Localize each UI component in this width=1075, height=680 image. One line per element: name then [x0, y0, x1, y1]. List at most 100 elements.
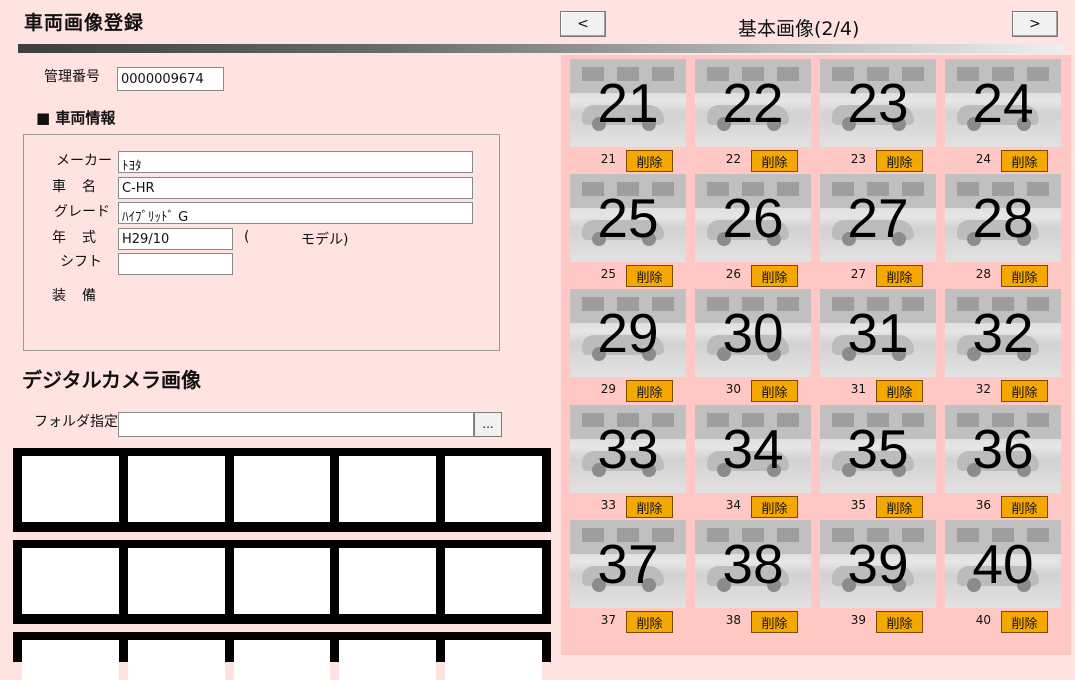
image-index: 23 [850, 152, 866, 166]
camera-image-slot[interactable] [22, 548, 119, 614]
camera-image-slot[interactable] [127, 548, 225, 614]
base-image-thumbnail[interactable]: 24 [945, 59, 1061, 147]
image-index: 29 [600, 382, 616, 396]
image-caption: 30 削除 [695, 377, 811, 403]
image-caption: 22 削除 [695, 147, 811, 173]
camera-image-slot[interactable] [233, 456, 331, 522]
base-image-thumbnail[interactable]: 40 [945, 520, 1061, 608]
vehicle-info-heading: ■ 車両情報 [36, 109, 116, 127]
delete-image-button[interactable]: 削除 [626, 380, 673, 402]
image-caption: 32 削除 [945, 377, 1061, 403]
delete-image-button[interactable]: 削除 [751, 496, 798, 518]
base-image-cell: 26 26 削除 [695, 174, 811, 288]
image-index: 37 [600, 613, 616, 627]
camera-image-slot[interactable] [339, 548, 437, 614]
delete-image-button[interactable]: 削除 [1001, 496, 1048, 518]
base-image-thumbnail[interactable]: 29 [570, 289, 686, 377]
camera-image-slot[interactable] [22, 640, 119, 680]
base-image-cell: 23 23 削除 [820, 59, 936, 173]
camera-image-slot[interactable] [22, 456, 119, 522]
camera-film-strip [13, 540, 551, 624]
thumbnail-number: 40 [972, 533, 1034, 595]
maker-field[interactable]: ﾄﾖﾀ [118, 151, 473, 173]
folder-path-field[interactable] [118, 412, 474, 437]
image-index: 35 [850, 498, 866, 512]
prev-page-button[interactable]: < [560, 11, 606, 37]
delete-image-button[interactable]: 削除 [1001, 265, 1048, 287]
delete-image-button[interactable]: 削除 [751, 150, 798, 172]
model-paren-open: ( [244, 229, 250, 245]
base-image-thumbnail[interactable]: 27 [820, 174, 936, 262]
camera-image-slot[interactable] [127, 640, 225, 680]
image-index: 40 [975, 613, 991, 627]
delete-image-button[interactable]: 削除 [876, 611, 923, 633]
base-image-thumbnail[interactable]: 32 [945, 289, 1061, 377]
base-image-thumbnail[interactable]: 31 [820, 289, 936, 377]
base-image-thumbnail[interactable]: 30 [695, 289, 811, 377]
browse-folder-button[interactable]: ... [474, 412, 502, 437]
base-image-thumbnail[interactable]: 35 [820, 405, 936, 493]
maker-label: メーカー [56, 153, 112, 169]
next-page-button[interactable]: > [1012, 11, 1058, 37]
base-image-thumbnail[interactable]: 38 [695, 520, 811, 608]
delete-image-button[interactable]: 削除 [876, 150, 923, 172]
camera-image-slot[interactable] [445, 456, 542, 522]
camera-image-slot[interactable] [127, 456, 225, 522]
image-caption: 35 削除 [820, 493, 936, 519]
grade-field[interactable]: ﾊｲﾌﾞﾘｯﾄﾞ G [118, 202, 473, 224]
camera-image-slot[interactable] [445, 548, 542, 614]
delete-image-button[interactable]: 削除 [876, 380, 923, 402]
base-image-thumbnail[interactable]: 26 [695, 174, 811, 262]
camera-image-slot[interactable] [339, 640, 437, 680]
image-index: 34 [725, 498, 741, 512]
base-image-thumbnail[interactable]: 37 [570, 520, 686, 608]
delete-image-button[interactable]: 削除 [1001, 380, 1048, 402]
base-image-thumbnail[interactable]: 39 [820, 520, 936, 608]
image-caption: 31 削除 [820, 377, 936, 403]
base-image-thumbnail[interactable]: 21 [570, 59, 686, 147]
delete-image-button[interactable]: 削除 [751, 380, 798, 402]
base-image-cell: 21 21 削除 [570, 59, 686, 173]
camera-image-slot[interactable] [233, 548, 331, 614]
base-image-cell: 35 35 削除 [820, 405, 936, 519]
shift-field[interactable] [118, 253, 233, 275]
base-image-thumbnail[interactable]: 33 [570, 405, 686, 493]
image-index: 39 [850, 613, 866, 627]
base-image-thumbnail[interactable]: 25 [570, 174, 686, 262]
base-image-thumbnail[interactable]: 22 [695, 59, 811, 147]
base-image-cell: 22 22 削除 [695, 59, 811, 173]
title-divider [18, 44, 1063, 53]
delete-image-button[interactable]: 削除 [626, 150, 673, 172]
delete-image-button[interactable]: 削除 [1001, 611, 1048, 633]
base-image-thumbnail[interactable]: 23 [820, 59, 936, 147]
camera-image-slot[interactable] [339, 456, 437, 522]
delete-image-button[interactable]: 削除 [626, 611, 673, 633]
base-image-cell: 30 30 削除 [695, 289, 811, 403]
base-image-thumbnail[interactable]: 36 [945, 405, 1061, 493]
base-image-cell: 36 36 削除 [945, 405, 1061, 519]
management-no-label: 管理番号 [44, 69, 100, 85]
image-index: 27 [850, 267, 866, 281]
camera-image-slot[interactable] [445, 640, 542, 680]
base-image-thumbnail[interactable]: 34 [695, 405, 811, 493]
thumbnail-number: 25 [597, 187, 659, 249]
base-image-thumbnail[interactable]: 28 [945, 174, 1061, 262]
delete-image-button[interactable]: 削除 [626, 496, 673, 518]
delete-image-button[interactable]: 削除 [626, 265, 673, 287]
thumbnail-number: 31 [847, 302, 909, 364]
delete-image-button[interactable]: 削除 [876, 265, 923, 287]
camera-image-slot[interactable] [233, 640, 331, 680]
image-caption: 27 削除 [820, 262, 936, 288]
image-index: 30 [725, 382, 741, 396]
delete-image-button[interactable]: 削除 [751, 265, 798, 287]
page-heading: 基本画像(2/4) [738, 18, 860, 40]
base-image-cell: 40 40 削除 [945, 520, 1061, 634]
delete-image-button[interactable]: 削除 [751, 611, 798, 633]
management-no-field[interactable]: 0000009674 [117, 67, 224, 91]
car-name-field[interactable]: C-HR [118, 177, 473, 199]
delete-image-button[interactable]: 削除 [876, 496, 923, 518]
base-image-cell: 31 31 削除 [820, 289, 936, 403]
delete-image-button[interactable]: 削除 [1001, 150, 1048, 172]
shift-label: シフト [60, 254, 102, 270]
model-year-field[interactable]: H29/10 [118, 228, 233, 250]
